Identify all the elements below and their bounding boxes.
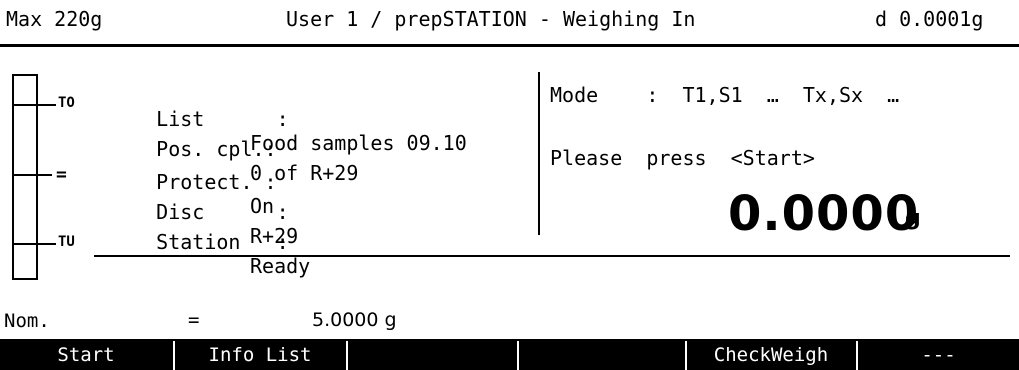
header-divider xyxy=(0,44,1019,47)
info-row-station: Station : Ready xyxy=(108,206,310,302)
nominal-label-text: Nom. xyxy=(4,310,50,332)
nominal-label: = xyxy=(56,164,67,185)
softkey-start[interactable]: Start xyxy=(0,339,172,370)
softkey-4[interactable] xyxy=(519,339,684,370)
softkey-checkweigh[interactable]: CheckWeigh xyxy=(687,339,855,370)
softkey-6[interactable]: --- xyxy=(858,339,1019,370)
nominal-value: 5.0000 g xyxy=(312,309,397,331)
list-value: Food samples 09.10 xyxy=(250,131,467,155)
softkey-bar: Start Info List CheckWeigh --- xyxy=(0,339,1019,370)
softkey-3[interactable] xyxy=(348,339,516,370)
start-prompt: Please press <Start> xyxy=(550,146,815,170)
mode-line: Mode : T1,S1 … Tx,Sx … xyxy=(550,83,900,107)
nominal-equals: = xyxy=(188,309,200,331)
readability: d 0.0001g xyxy=(875,7,984,31)
softkey-info-list[interactable]: Info List xyxy=(175,339,345,370)
application-title: User 1 / prepSTATION - Weighing In xyxy=(286,7,696,31)
header-bar: Max 220g User 1 / prepSTATION - Weighing… xyxy=(0,0,1019,40)
station-label: Station : xyxy=(156,230,289,254)
balance-display: Max 220g User 1 / prepSTATION - Weighing… xyxy=(0,0,1019,370)
weight-readout: 0.0000 xyxy=(728,186,920,242)
upper-tolerance-label: TO xyxy=(58,95,75,111)
max-capacity: Max 220g xyxy=(6,7,103,31)
upper-tolerance-tick xyxy=(12,104,56,106)
lower-tolerance-label: TU xyxy=(58,234,75,250)
station-value: Ready xyxy=(250,254,311,278)
bottom-divider xyxy=(94,255,1010,257)
nominal-tick xyxy=(12,174,52,176)
weight-unit: g xyxy=(905,206,921,231)
lower-tolerance-tick xyxy=(12,243,56,245)
panel-divider xyxy=(538,72,540,235)
